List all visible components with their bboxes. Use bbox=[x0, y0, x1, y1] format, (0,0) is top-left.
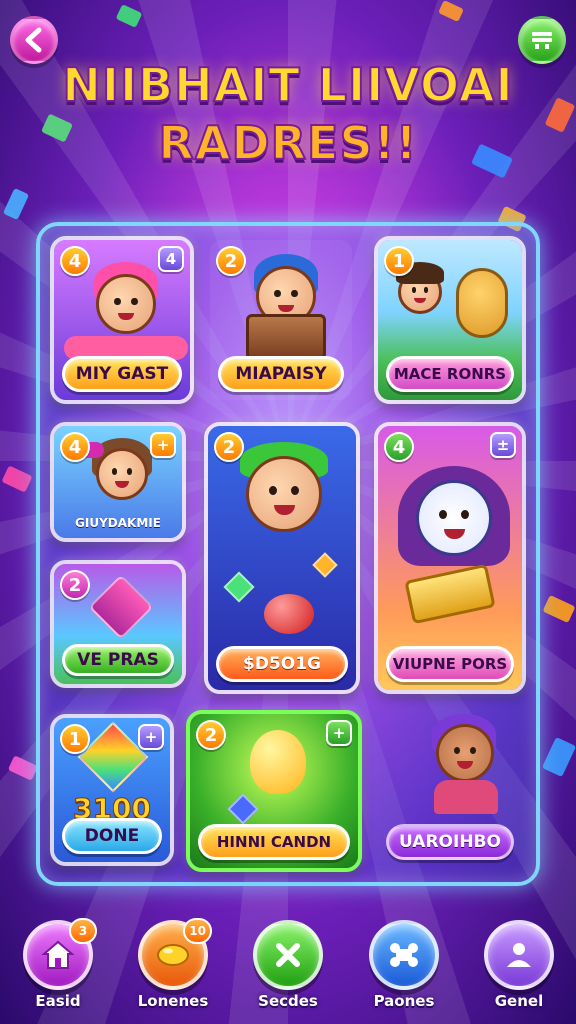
star-badge: ± bbox=[490, 432, 516, 458]
level-badge: 1 bbox=[384, 246, 414, 276]
card-label: GIUYDAKMIE bbox=[75, 516, 161, 530]
card-label: $D5O1G bbox=[216, 646, 348, 682]
level-badge: 4 bbox=[60, 246, 90, 276]
page-title: NIIBHAIT LIIVOAI RADRES!! bbox=[40, 56, 536, 172]
nav-item-lonenes[interactable]: 10 Lonenes bbox=[123, 918, 223, 1010]
nav-label: Easid bbox=[35, 992, 81, 1010]
red-jellybean bbox=[264, 594, 314, 634]
treasure-chest bbox=[246, 314, 326, 360]
card-label: MIAPAISY bbox=[218, 356, 344, 392]
nav-item-genel[interactable]: Genel bbox=[469, 920, 569, 1010]
title-line-2: RADRES!! bbox=[157, 115, 418, 171]
card-label: UAROIHBO bbox=[386, 824, 514, 860]
star-badge: + bbox=[326, 720, 352, 746]
confetti-piece bbox=[1, 465, 33, 493]
bottom-nav: 3 Easid 10 Lonenes Secdes Paones Genel bbox=[0, 918, 576, 1024]
nav-item-home[interactable]: 3 Easid bbox=[8, 918, 108, 1010]
teddy-bear bbox=[456, 268, 508, 338]
star-badge: + bbox=[150, 432, 176, 458]
card-label: VIUPNE PORS bbox=[386, 646, 514, 682]
person-icon bbox=[507, 943, 531, 967]
level-badge: 4 bbox=[384, 432, 414, 462]
confetti-piece bbox=[542, 594, 576, 624]
level-board: 4 4 MIY GAST 2 MIAPAISY 1 MACE RONRS 4 +… bbox=[36, 222, 540, 886]
level-badge: 2 bbox=[216, 246, 246, 276]
level-card-7[interactable]: 2 VE PRAS bbox=[50, 560, 186, 688]
star-badge: 4 bbox=[158, 246, 184, 272]
confetti-piece bbox=[115, 4, 143, 28]
character-face bbox=[96, 448, 148, 500]
chevron-left-icon bbox=[25, 27, 42, 53]
nav-button[interactable] bbox=[369, 920, 439, 990]
nav-button[interactable] bbox=[253, 920, 323, 990]
nav-label: Lonenes bbox=[137, 992, 209, 1010]
candy-icon bbox=[157, 944, 189, 966]
title-line-1: NIIBHAIT LIIVOAI bbox=[61, 57, 514, 113]
character-face bbox=[416, 480, 492, 556]
confetti-piece bbox=[7, 755, 39, 781]
confetti-piece bbox=[2, 187, 30, 221]
card-label: MIY GAST bbox=[62, 356, 182, 392]
nav-item-paones[interactable]: Paones bbox=[354, 920, 454, 1010]
menu-icon bbox=[532, 32, 552, 49]
level-badge: 4 bbox=[60, 432, 90, 462]
card-label: MACE RONRS bbox=[386, 356, 514, 392]
house-icon bbox=[41, 940, 75, 969]
character-face bbox=[96, 274, 156, 334]
confetti-piece bbox=[541, 736, 576, 778]
level-badge: 2 bbox=[214, 432, 244, 462]
nav-button[interactable]: 3 bbox=[23, 918, 97, 990]
balloon-icon bbox=[250, 730, 306, 794]
nav-label: Secdes bbox=[258, 992, 318, 1010]
level-card-4[interactable]: 4 + GIUYDAKMIE bbox=[50, 422, 186, 542]
level-badge: 2 bbox=[196, 720, 226, 750]
card-label: VE PRAS bbox=[62, 644, 174, 676]
notification-badge: 10 bbox=[183, 918, 212, 944]
nav-label: Paones bbox=[373, 992, 435, 1010]
level-card-1[interactable]: 4 4 MIY GAST bbox=[50, 236, 194, 404]
level-card-8[interactable]: 3100 1 + DONE bbox=[50, 714, 174, 866]
level-card-6[interactable]: 4 ± VIUPNE PORS bbox=[374, 422, 526, 694]
star-badge: + bbox=[138, 724, 164, 750]
level-badge: 1 bbox=[60, 724, 90, 754]
close-icon bbox=[276, 943, 300, 967]
character-body bbox=[434, 780, 498, 814]
bone-icon bbox=[390, 943, 418, 967]
notification-badge: 3 bbox=[69, 918, 97, 944]
level-card-5[interactable]: 2 $D5O1G bbox=[204, 422, 360, 694]
nav-button[interactable] bbox=[484, 920, 554, 990]
level-card-9[interactable]: 2 + HINNI CANDN bbox=[186, 710, 362, 872]
character-face bbox=[246, 456, 322, 532]
character-face bbox=[436, 724, 494, 782]
nav-label: Genel bbox=[494, 992, 544, 1010]
level-card-10[interactable]: UAROIHBO bbox=[374, 710, 526, 872]
level-card-2[interactable]: 2 MIAPAISY bbox=[206, 236, 356, 404]
level-card-3[interactable]: 1 MACE RONRS bbox=[374, 236, 526, 404]
done-button[interactable]: DONE bbox=[62, 818, 162, 854]
level-badge: 2 bbox=[60, 570, 90, 600]
confetti-piece bbox=[544, 97, 576, 133]
confetti-piece bbox=[438, 0, 464, 22]
nav-item-secdes[interactable]: Secdes bbox=[238, 920, 338, 1010]
nav-button[interactable]: 10 bbox=[138, 918, 212, 990]
card-label: HINNI CANDN bbox=[198, 824, 350, 860]
